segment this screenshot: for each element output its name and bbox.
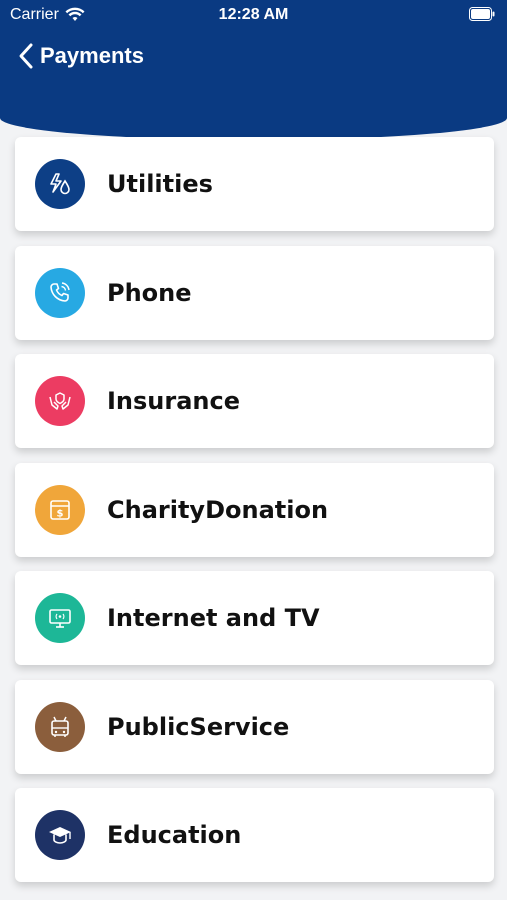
category-label: Internet and TV	[107, 604, 320, 632]
category-card-public-service[interactable]: PublicService	[15, 679, 494, 774]
education-icon	[35, 810, 85, 860]
category-card-insurance[interactable]: Insurance	[15, 354, 494, 448]
battery-icon	[469, 7, 495, 21]
public-service-icon	[35, 701, 85, 752]
back-button[interactable]: Payments	[18, 40, 144, 72]
utilities-icon	[35, 159, 85, 209]
category-card-education[interactable]: Education	[15, 788, 494, 882]
payment-category-list: Utilities Phone Insurance $ CharityDonat…	[15, 137, 494, 897]
page-title: Payments	[40, 43, 144, 68]
internet-tv-icon	[35, 593, 85, 643]
category-label: PublicService	[107, 712, 290, 741]
category-card-utilities[interactable]: Utilities	[15, 137, 494, 231]
category-label: Utilities	[107, 170, 213, 198]
category-label: Insurance	[107, 387, 241, 415]
chevron-left-icon	[19, 43, 33, 69]
category-label: CharityDonation	[107, 495, 329, 524]
insurance-icon	[35, 376, 85, 426]
phone-icon	[35, 267, 85, 318]
svg-text:$: $	[57, 508, 64, 519]
status-time: 12:28 AM	[218, 6, 289, 23]
category-card-internet-tv[interactable]: Internet and TV	[15, 571, 494, 665]
category-card-phone[interactable]: Phone	[15, 245, 494, 340]
category-label: Education	[107, 821, 242, 849]
header-bar: Carrier 12:28 AM Payments	[0, 0, 507, 140]
category-card-charity-donation[interactable]: $ CharityDonation	[15, 462, 494, 557]
charity-donation-icon: $	[35, 484, 85, 535]
status-bar: Carrier 12:28 AM	[0, 0, 507, 30]
category-label: Phone	[107, 278, 192, 307]
